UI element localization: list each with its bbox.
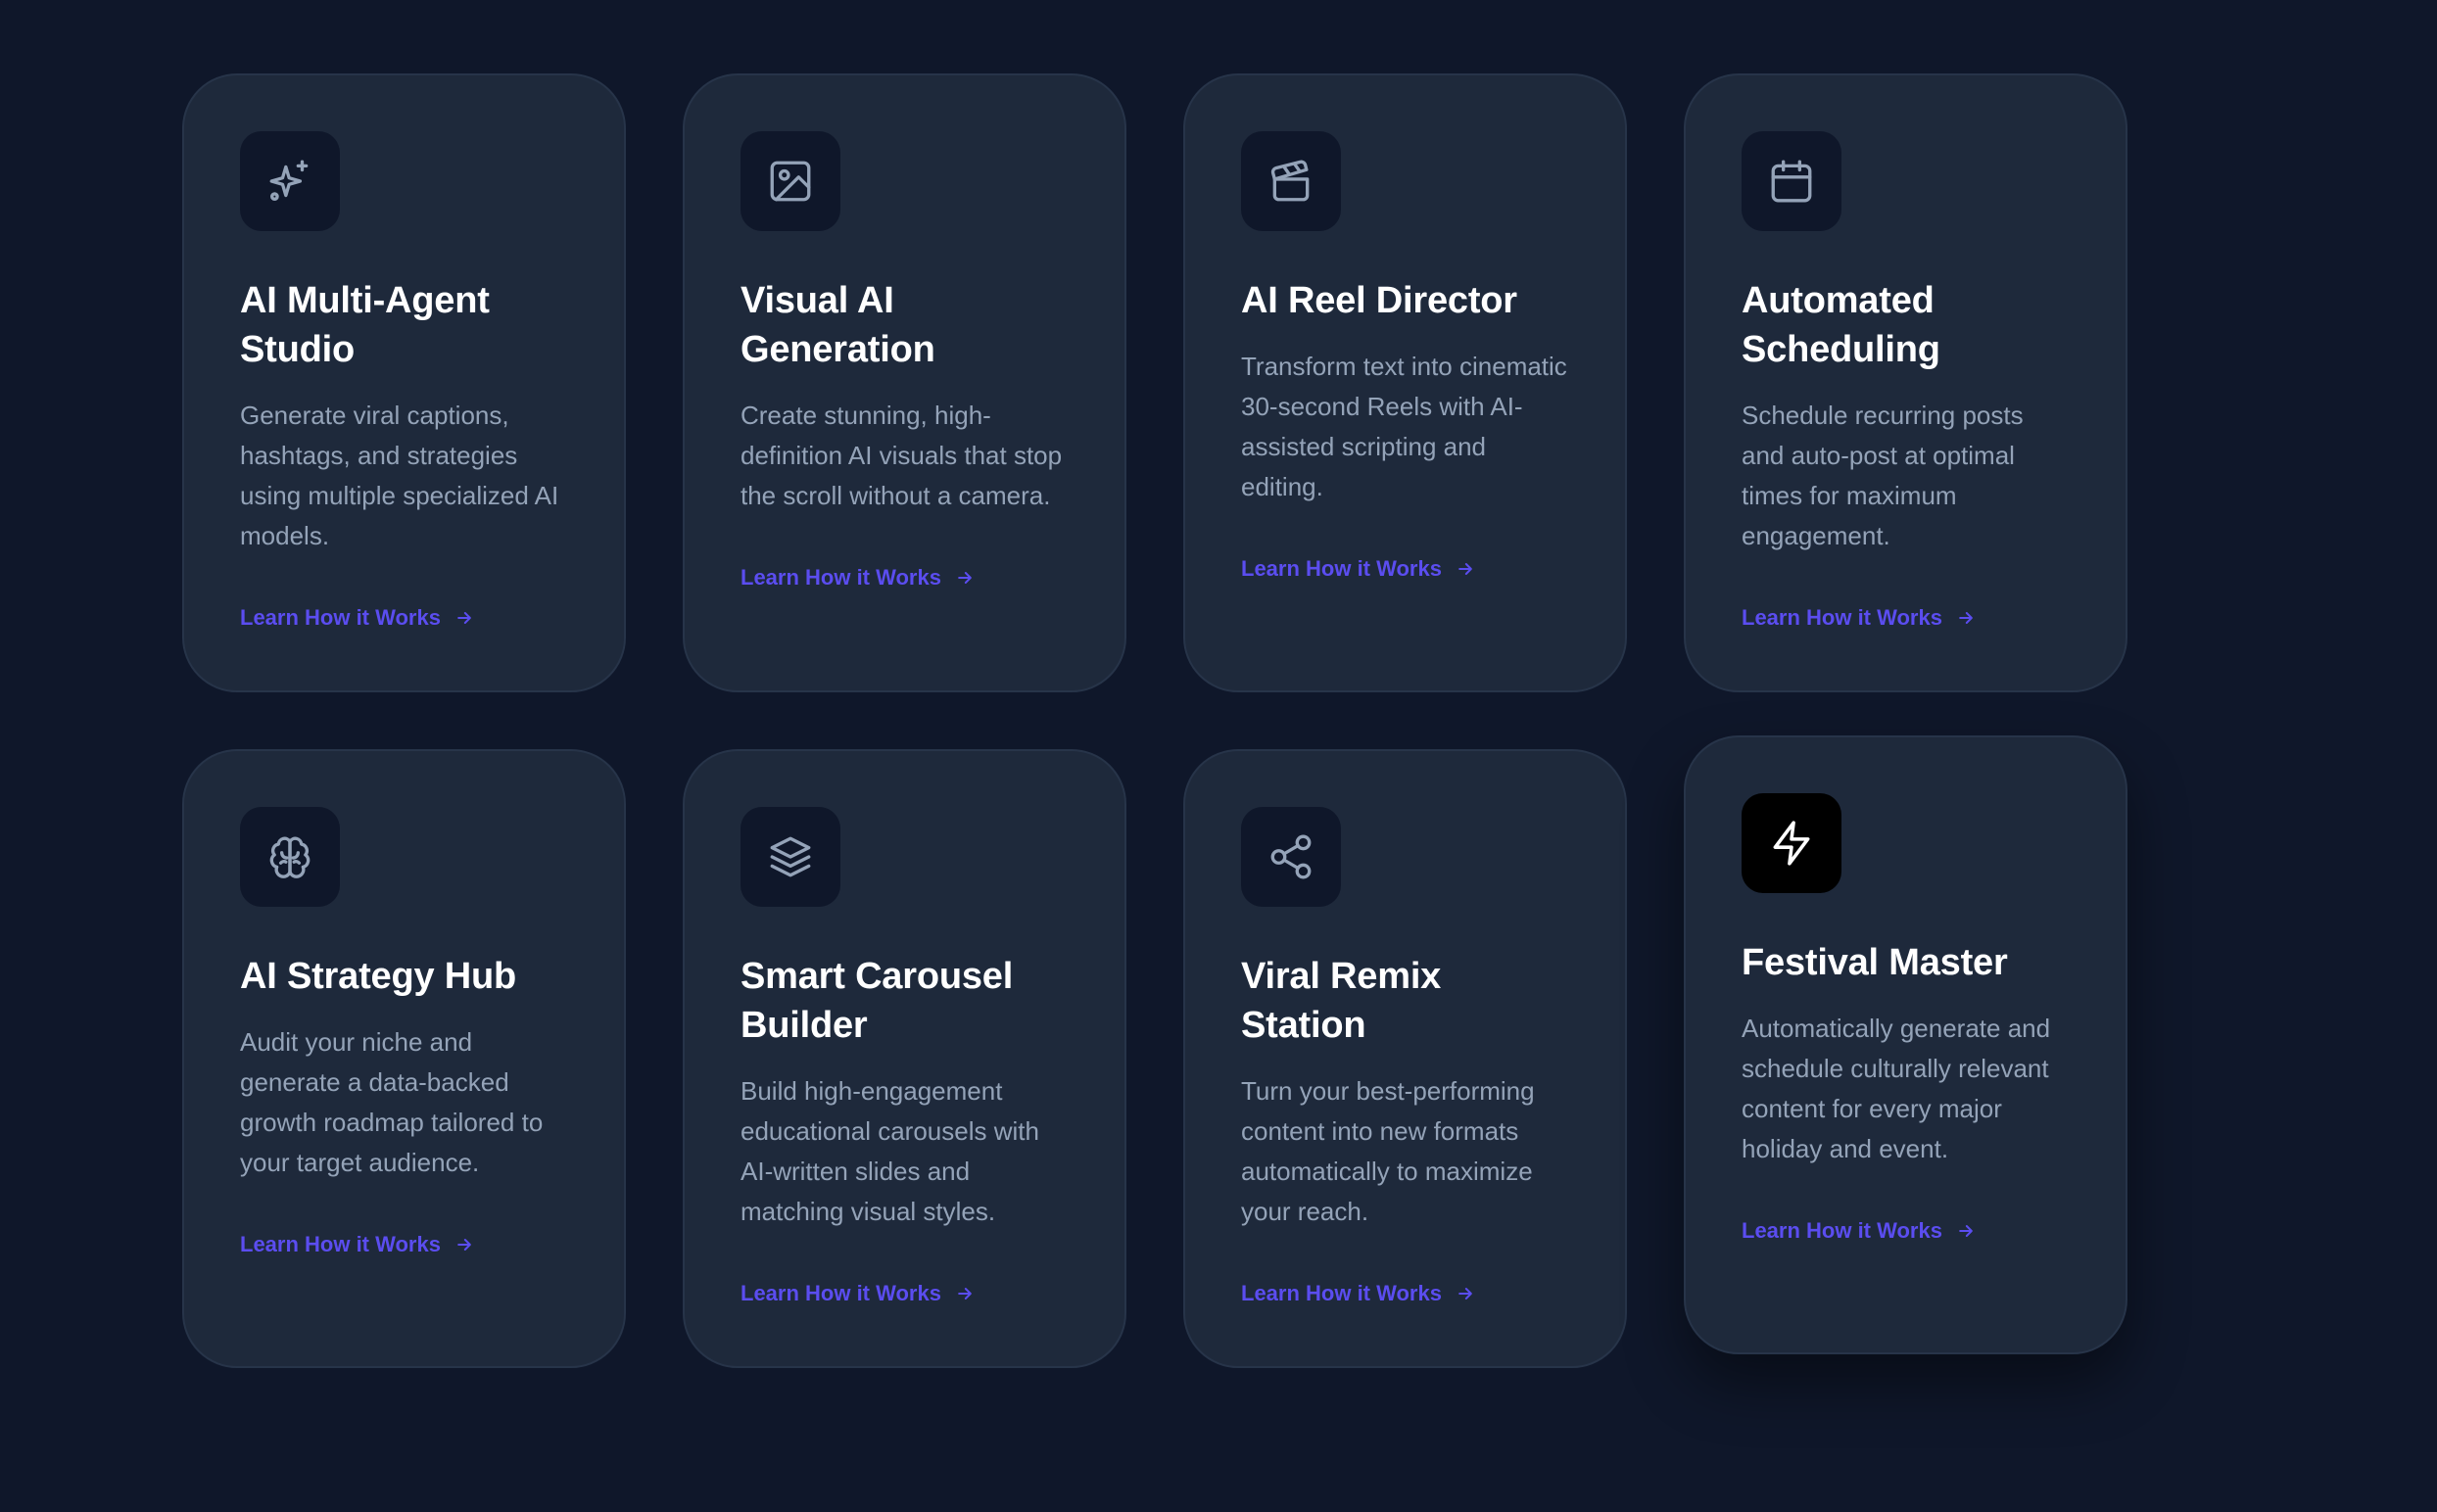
card-title: Automated Scheduling: [1742, 280, 1940, 370]
learn-more-link[interactable]: Learn How it Works: [1742, 605, 1976, 631]
sparkles-icon: [240, 131, 340, 231]
learn-more-label: Learn How it Works: [1742, 1218, 1942, 1243]
learn-more-label: Learn How it Works: [1742, 605, 1942, 630]
layers-icon: [741, 807, 840, 907]
card-title: AI Reel Director: [1241, 280, 1517, 321]
feature-card-ai-strategy-hub[interactable]: AI Strategy Hub Audit your niche and gen…: [182, 749, 626, 1368]
clapperboard-icon: [1241, 131, 1341, 231]
feature-card-visual-ai-generation[interactable]: Visual AI Generation Create stunning, hi…: [683, 73, 1126, 692]
arrow-right-icon: [1959, 1225, 1973, 1237]
feature-card-multi-agent-studio[interactable]: AI Multi-Agent Studio Generate viral cap…: [182, 73, 626, 692]
learn-more-link[interactable]: Learn How it Works: [240, 1232, 474, 1257]
feature-card-festival-master[interactable]: Festival Master Automatically generate a…: [1684, 735, 2127, 1354]
feature-card-smart-carousel-builder[interactable]: Smart Carousel Builder Build high-engage…: [683, 749, 1126, 1368]
arrow-right-icon: [457, 1239, 471, 1251]
learn-more-label: Learn How it Works: [741, 565, 941, 590]
feature-grid: AI Multi-Agent Studio Generate viral cap…: [182, 73, 2127, 1368]
learn-more-label: Learn How it Works: [240, 605, 441, 630]
learn-more-link[interactable]: Learn How it Works: [741, 1281, 975, 1306]
card-title: Smart Carousel Builder: [741, 956, 1014, 1046]
learn-more-link[interactable]: Learn How it Works: [741, 565, 975, 591]
arrow-right-icon: [1458, 1288, 1472, 1299]
card-title: Festival Master: [1742, 942, 2008, 983]
feature-card-ai-reel-director[interactable]: AI Reel Director Transform text into cin…: [1183, 73, 1627, 692]
learn-more-link[interactable]: Learn How it Works: [1241, 556, 1475, 582]
card-description: Automatically generate and schedule cult…: [1742, 1014, 2051, 1163]
learn-more-label: Learn How it Works: [1241, 1281, 1442, 1305]
learn-more-link[interactable]: Learn How it Works: [1742, 1218, 1976, 1244]
card-title: Visual AI Generation: [741, 280, 935, 370]
learn-more-link[interactable]: Learn How it Works: [240, 605, 474, 631]
card-description: Create stunning, high-definition AI visu…: [741, 401, 1063, 510]
learn-more-label: Learn How it Works: [741, 1281, 941, 1305]
card-description: Schedule recurring posts and auto-post a…: [1742, 401, 2024, 550]
learn-more-label: Learn How it Works: [240, 1232, 441, 1256]
arrow-right-icon: [1959, 612, 1973, 624]
card-description: Generate viral captions, hashtags, and s…: [240, 401, 559, 550]
image-icon: [741, 131, 840, 231]
arrow-right-icon: [958, 572, 972, 584]
brain-icon: [240, 807, 340, 907]
card-description: Audit your niche and generate a data-bac…: [240, 1027, 544, 1177]
card-description: Transform text into cinematic 30-second …: [1241, 352, 1567, 501]
card-title: AI Strategy Hub: [240, 956, 517, 997]
feature-card-automated-scheduling[interactable]: Automated Scheduling Schedule recurring …: [1684, 73, 2127, 692]
card-description: Turn your best-performing content into n…: [1241, 1076, 1535, 1226]
card-title: Viral Remix Station: [1241, 956, 1442, 1046]
learn-more-label: Learn How it Works: [1241, 556, 1442, 581]
card-description: Build high-engagement educational carous…: [741, 1076, 1039, 1226]
arrow-right-icon: [958, 1288, 972, 1299]
share-icon: [1241, 807, 1341, 907]
lightning-icon: [1742, 793, 1841, 893]
arrow-right-icon: [1458, 563, 1472, 575]
learn-more-link[interactable]: Learn How it Works: [1241, 1281, 1475, 1306]
calendar-icon: [1742, 131, 1841, 231]
card-title: AI Multi-Agent Studio: [240, 280, 490, 370]
arrow-right-icon: [457, 612, 471, 624]
feature-card-viral-remix-station[interactable]: Viral Remix Station Turn your best-perfo…: [1183, 749, 1627, 1368]
